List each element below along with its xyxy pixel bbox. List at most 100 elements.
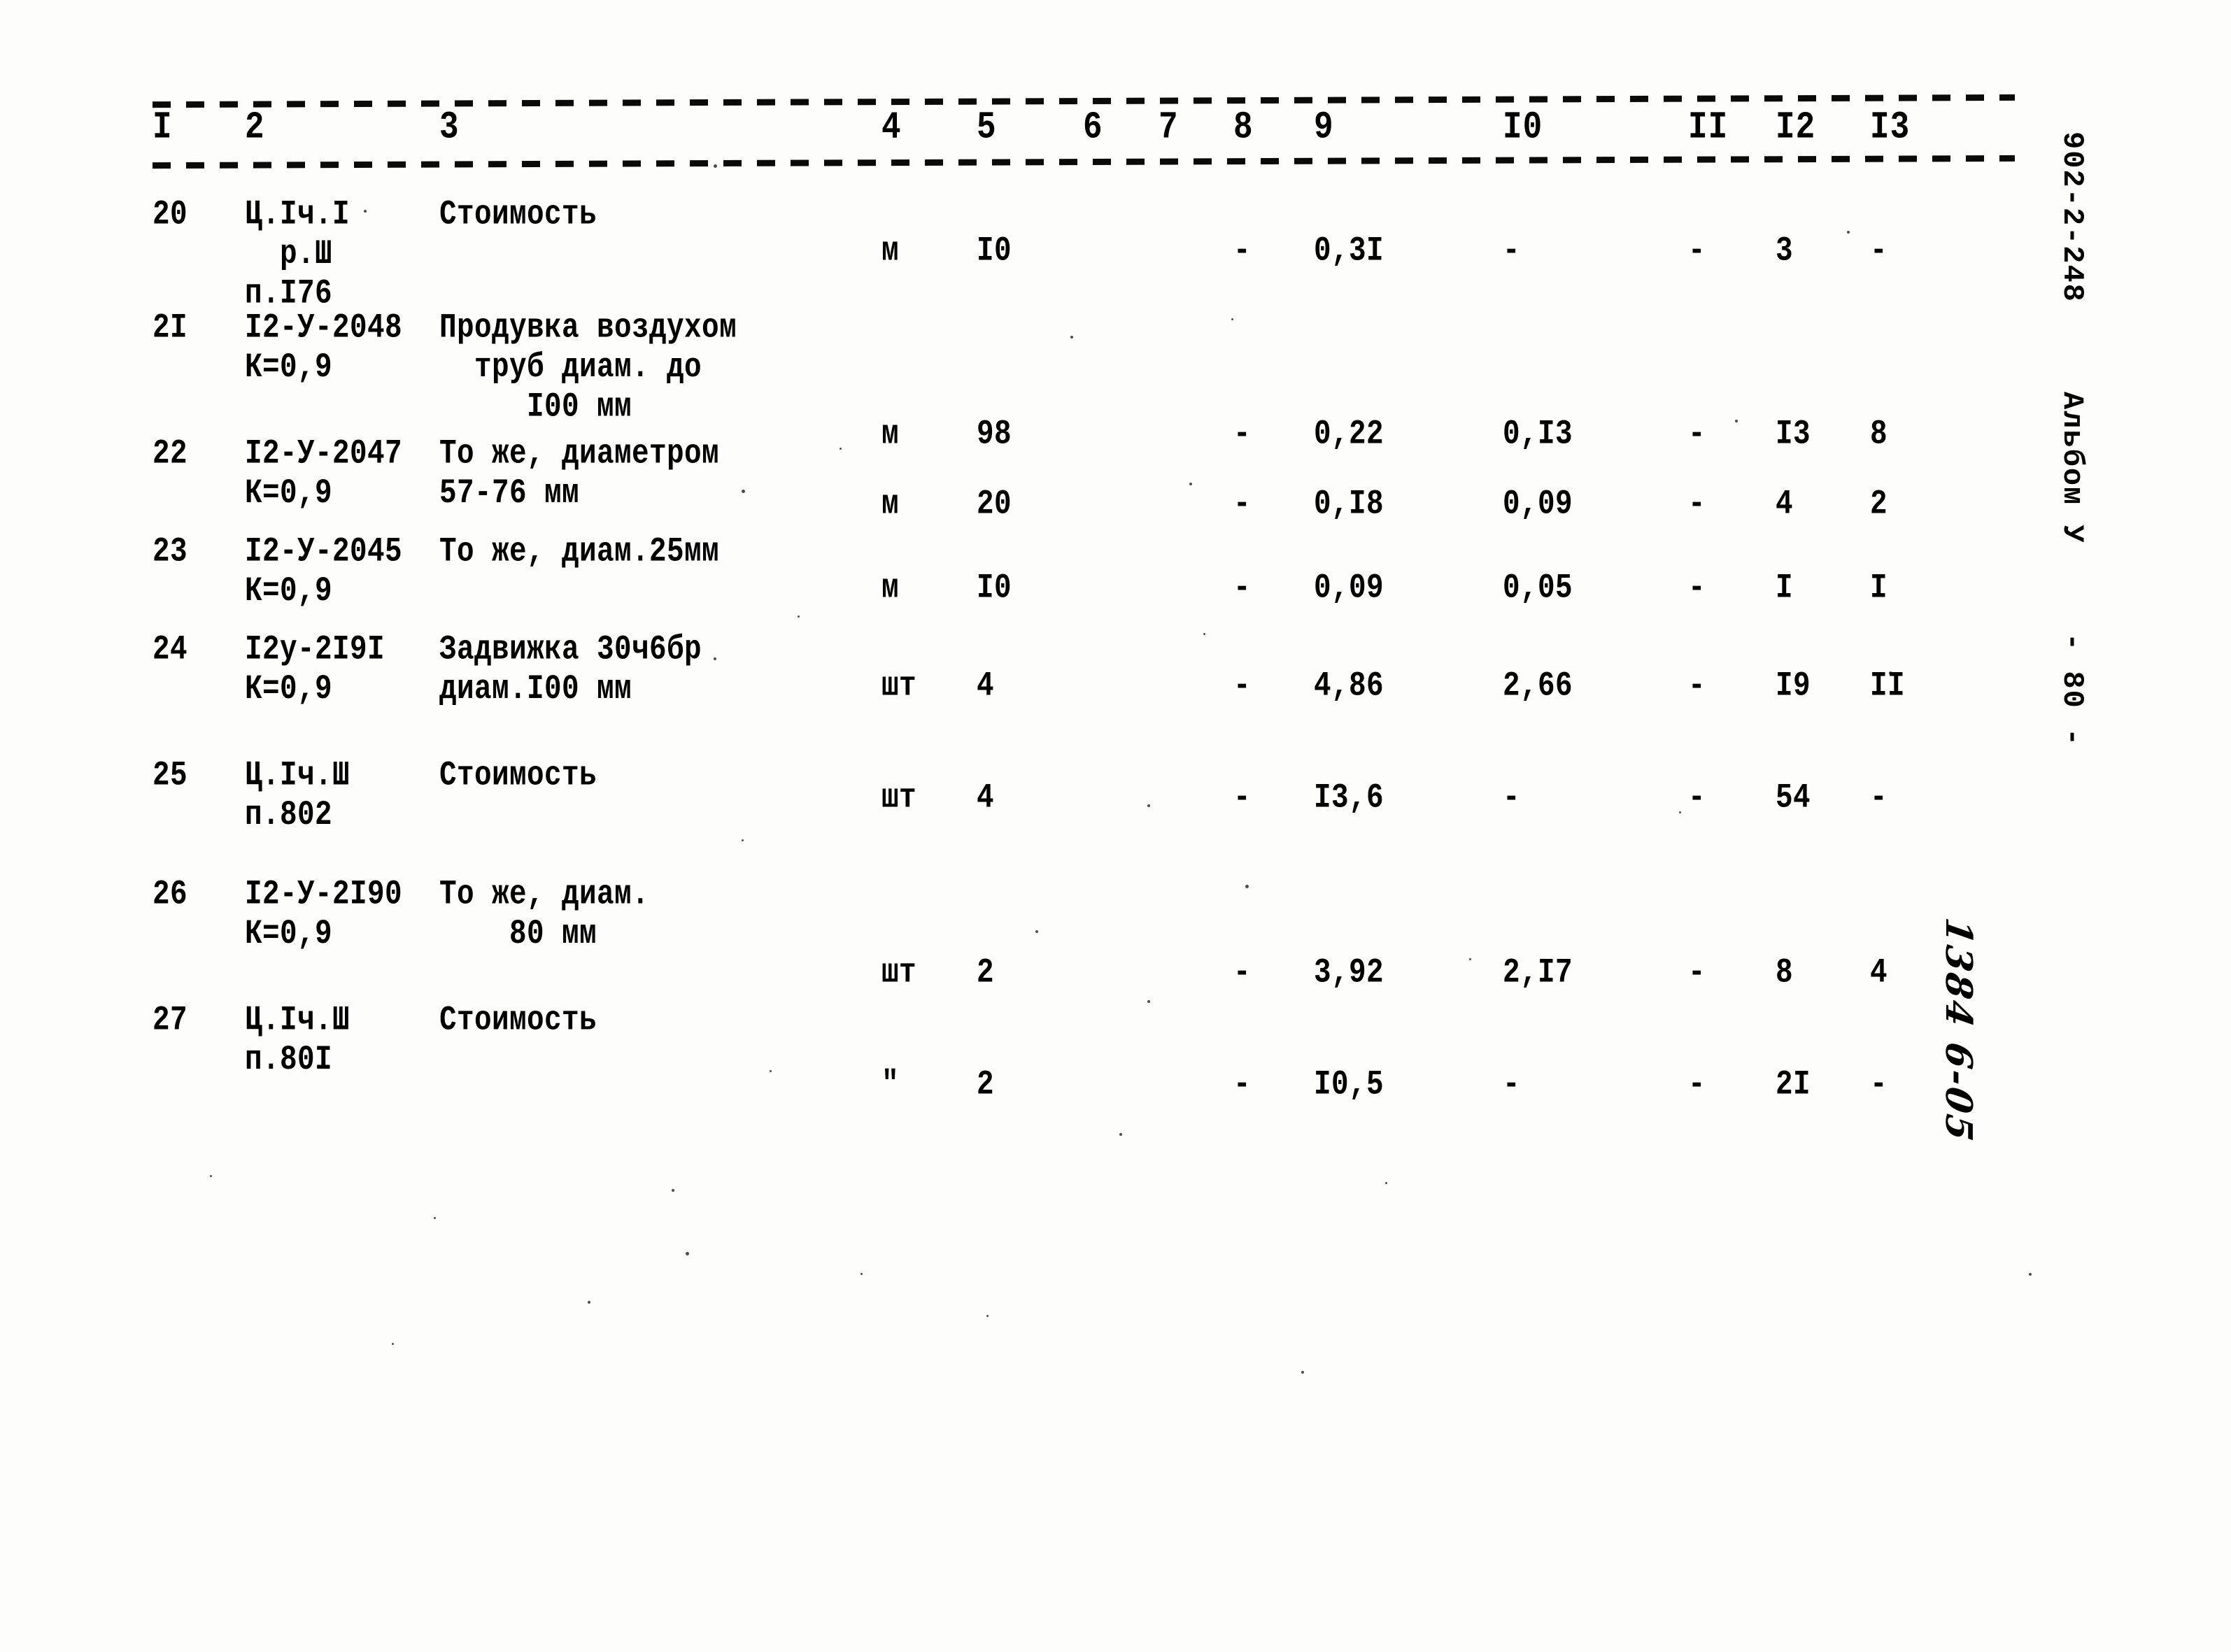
row-unit: м <box>881 569 900 608</box>
column-header-6: 6 <box>1083 106 1103 149</box>
row-number: 20 <box>153 196 188 235</box>
column-header-11: II <box>1688 106 1729 149</box>
row-description: То же, диаметром 57-76 мм <box>439 435 720 513</box>
row-col8: - <box>1233 1066 1252 1105</box>
row-unit: м <box>881 232 900 271</box>
row-description: Стоимость <box>439 196 597 235</box>
row-code: I2-У-2047 К=0,9 <box>245 435 403 513</box>
row-col12: 3 <box>1776 232 1794 271</box>
row-code: Ц.Iч.I р.Ш п.I76 <box>245 196 350 313</box>
row-col8: - <box>1233 415 1252 455</box>
scan-speck <box>1301 1371 1304 1374</box>
scanned-page: I 2 3 4 5 6 7 8 9 I0 II I2 I3 20 Ц.Iч.I р… <box>0 0 2231 1652</box>
column-header-9: 9 <box>1314 106 1334 149</box>
row-col8: - <box>1233 232 1252 271</box>
column-header-8: 8 <box>1233 106 1254 149</box>
row-quantity: 2 <box>977 954 995 993</box>
row-code: Ц.Iч.Ш п.80I <box>245 1002 350 1080</box>
row-col9: I0,5 <box>1314 1066 1384 1105</box>
row-col12: I <box>1776 569 1794 608</box>
scan-speck <box>2029 1273 2032 1276</box>
column-header-5: 5 <box>977 106 997 149</box>
table-body: 20 Ц.Iч.I р.Ш п.I76 Стоимость м I0 - 0,3I - - 3 - 2… <box>153 183 2015 1246</box>
row-number: 27 <box>153 1002 188 1041</box>
row-col11: - <box>1688 485 1706 525</box>
row-code: Ц.Iч.Ш п.802 <box>245 757 350 835</box>
row-quantity: 98 <box>977 415 1012 455</box>
row-col12: 2I <box>1776 1066 1811 1105</box>
row-col9: I3,6 <box>1314 779 1384 818</box>
row-col9: 3,92 <box>1314 954 1384 993</box>
column-header-3: 3 <box>439 106 460 149</box>
row-col11: - <box>1688 779 1706 818</box>
row-unit: шт <box>881 779 917 818</box>
row-col12: I3 <box>1776 415 1811 455</box>
row-col13: 2 <box>1870 485 1888 525</box>
row-number: 2I <box>153 309 188 348</box>
column-header-13: I3 <box>1870 106 1911 149</box>
row-col10: 0,05 <box>1503 569 1573 608</box>
row-col8: - <box>1233 779 1252 818</box>
row-col10: - <box>1503 1066 1521 1105</box>
row-col10: 0,09 <box>1503 485 1573 525</box>
margin-page-number: - 80 - <box>2055 633 2089 748</box>
row-description: Продувка воздухом труб диам. до I00 мм <box>439 309 737 427</box>
row-unit: м <box>881 485 900 525</box>
row-unit: " <box>881 1066 900 1105</box>
row-col13: - <box>1870 1066 1888 1105</box>
row-number: 24 <box>153 631 188 670</box>
table-header-row: I 2 3 4 5 6 7 8 9 I0 II I2 I3 <box>153 104 2015 159</box>
row-code: I2-У-2048 К=0,9 <box>245 309 403 387</box>
margin-album-label: Альбом У <box>2055 392 2089 544</box>
row-col10: 2,I7 <box>1503 954 1573 993</box>
row-quantity: 2 <box>977 1066 995 1105</box>
scan-speck <box>860 1273 863 1275</box>
row-col13: - <box>1870 779 1888 818</box>
row-col10: 0,I3 <box>1503 415 1573 455</box>
row-unit: шт <box>881 667 917 706</box>
row-col12: 8 <box>1776 954 1794 993</box>
row-col12: I9 <box>1776 667 1811 706</box>
row-col8: - <box>1233 485 1252 525</box>
row-col11: - <box>1688 569 1706 608</box>
row-col13: I <box>1870 569 1888 608</box>
row-col9: 0,I8 <box>1314 485 1384 525</box>
margin-document-code: 902-2-248 <box>2055 131 2089 303</box>
row-col13: 8 <box>1870 415 1888 455</box>
row-col12: 54 <box>1776 779 1811 818</box>
row-code: I2у-2I9I К=0,9 <box>245 631 385 709</box>
row-col9: 0,22 <box>1314 415 1384 455</box>
column-header-10: I0 <box>1503 106 1543 149</box>
row-description: То же, диам.25мм <box>439 533 720 572</box>
row-code: I2-У-2I90 К=0,9 <box>245 876 403 954</box>
row-col9: 0,09 <box>1314 569 1384 608</box>
scan-speck <box>392 1343 394 1345</box>
scan-speck <box>986 1315 989 1317</box>
row-col10: - <box>1503 232 1521 271</box>
row-quantity: I0 <box>977 569 1012 608</box>
row-number: 26 <box>153 876 188 915</box>
row-col13: II <box>1870 667 1906 706</box>
row-description: Стоимость <box>439 1002 597 1041</box>
row-col11: - <box>1688 415 1706 455</box>
row-col11: - <box>1688 1066 1706 1105</box>
row-quantity: 4 <box>977 667 995 706</box>
row-col12: 4 <box>1776 485 1794 525</box>
row-col8: - <box>1233 569 1252 608</box>
scan-speck <box>686 1252 689 1255</box>
estimate-table: I 2 3 4 5 6 7 8 9 I0 II I2 I3 20 Ц.Iч.I р… <box>152 94 2016 1246</box>
column-header-12: I2 <box>1776 106 1816 149</box>
row-unit: м <box>881 415 900 455</box>
scan-speck <box>588 1301 590 1304</box>
row-code: I2-У-2045 К=0,9 <box>245 533 403 611</box>
row-description: Стоимость <box>439 757 597 796</box>
row-col11: - <box>1688 954 1706 993</box>
handwritten-annotation: 1384 6-05 <box>1937 915 1980 1146</box>
row-quantity: I0 <box>977 232 1012 271</box>
row-description: Задвижка 30ч6бр диам.I00 мм <box>439 631 702 709</box>
row-col11: - <box>1688 232 1706 271</box>
row-description: То же, диам. 80 мм <box>439 876 650 954</box>
column-header-4: 4 <box>881 106 902 149</box>
row-col11: - <box>1688 667 1706 706</box>
column-header-2: 2 <box>245 106 265 149</box>
